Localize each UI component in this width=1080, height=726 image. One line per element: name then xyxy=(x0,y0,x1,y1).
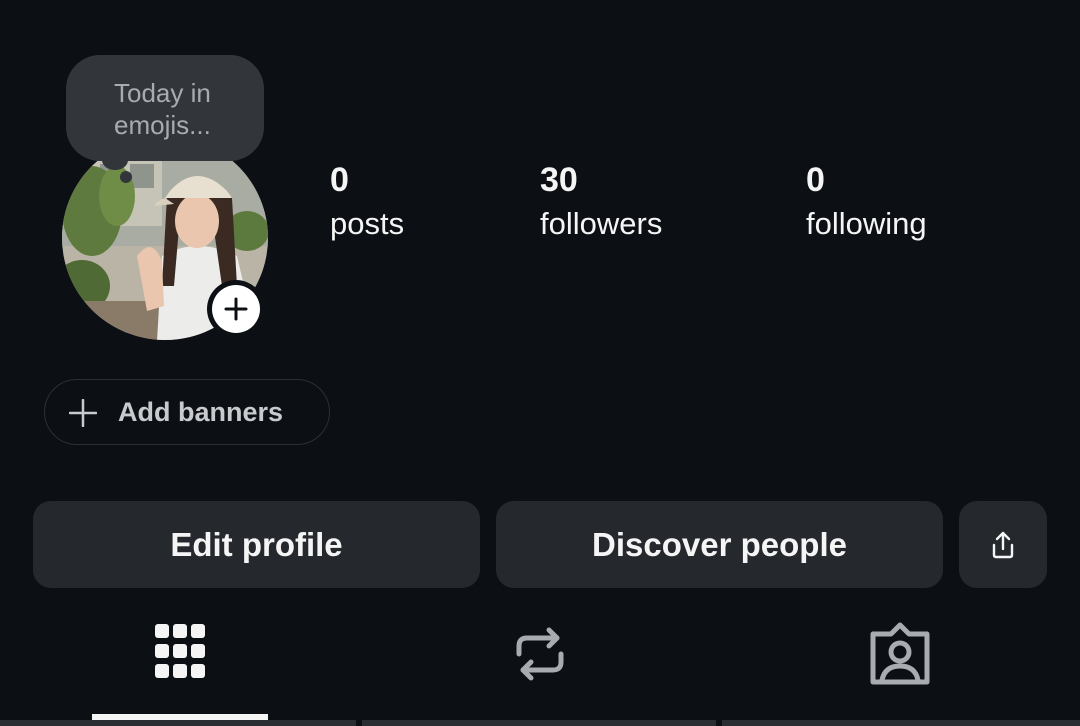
followers-count: 30 xyxy=(540,161,578,199)
note-bubble[interactable]: Today in emojis... xyxy=(66,55,264,161)
profile-page: Today in emojis... 0 posts 30 followers … xyxy=(0,0,1080,726)
plus-icon xyxy=(69,399,97,427)
grid-icon xyxy=(155,624,205,678)
tagged-person-icon xyxy=(870,622,930,685)
stat-followers[interactable]: 30 followers xyxy=(540,158,662,246)
discover-people-button[interactable]: Discover people xyxy=(496,501,943,588)
share-profile-button[interactable] xyxy=(959,501,1047,588)
note-tail-dot xyxy=(120,171,132,183)
tab-reposts[interactable] xyxy=(505,620,575,690)
stat-posts[interactable]: 0 posts xyxy=(330,158,404,246)
edit-profile-label: Edit profile xyxy=(170,525,343,563)
following-count: 0 xyxy=(806,161,825,199)
share-icon xyxy=(992,531,1014,558)
add-story-button[interactable] xyxy=(207,280,265,338)
posts-label: posts xyxy=(330,206,405,241)
tab-divider xyxy=(362,720,716,726)
add-banners-button[interactable]: Add banners xyxy=(44,379,330,445)
tab-posts-grid[interactable] xyxy=(145,620,215,690)
tab-divider xyxy=(722,720,1080,726)
discover-people-label: Discover people xyxy=(592,525,847,563)
following-label: following xyxy=(806,206,927,241)
followers-label: followers xyxy=(540,206,663,241)
add-banners-label: Add banners xyxy=(118,397,284,427)
plus-icon xyxy=(224,297,248,321)
tab-tagged[interactable] xyxy=(865,620,935,690)
edit-profile-button[interactable]: Edit profile xyxy=(33,501,480,588)
stat-following[interactable]: 0 following xyxy=(806,158,927,246)
tab-divider xyxy=(0,720,356,726)
posts-count: 0 xyxy=(330,161,349,199)
note-text: Today in emojis... xyxy=(114,78,211,140)
repost-icon xyxy=(516,627,564,681)
note-tail xyxy=(102,150,128,170)
